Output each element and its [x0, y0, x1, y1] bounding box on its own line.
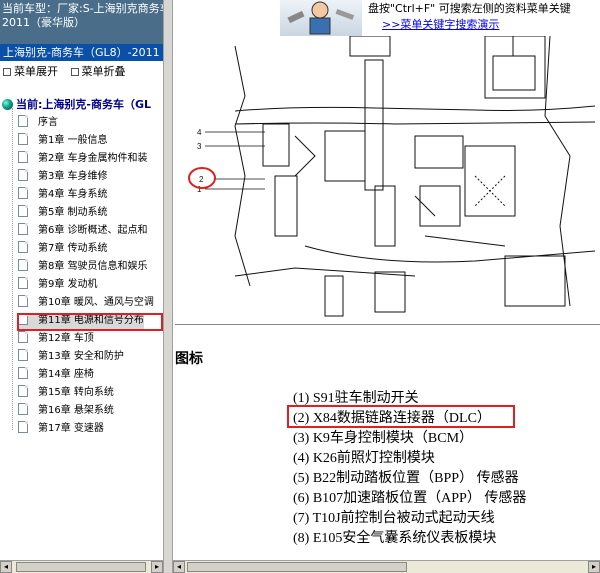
- tree-item-label: 第8章 驾驶员信息和娱乐: [38, 261, 148, 272]
- menu-expand-label: 菜单展开: [14, 65, 58, 78]
- document-icon: [18, 133, 28, 145]
- tree-item[interactable]: 第5章 制动系统: [18, 205, 108, 221]
- document-icon: [18, 259, 28, 271]
- document-icon: [18, 223, 28, 235]
- tree-item-label: 第17章 变速器: [38, 423, 104, 434]
- tree-item[interactable]: 序言: [18, 115, 58, 131]
- left-horizontal-scrollbar[interactable]: ◂ ▸: [0, 560, 163, 573]
- tree-item-label: 第2章 车身金属构件和装: [38, 153, 148, 164]
- tree-item[interactable]: 第4章 车身系统: [18, 187, 108, 203]
- search-hint-banner: 盘按"Ctrl+F" 可搜索左侧的资料菜单关键 >>菜单关键字搜索演示: [280, 0, 600, 36]
- scroll-right-button[interactable]: ▸: [151, 561, 163, 573]
- tree-item[interactable]: 第12章 车顶: [18, 331, 94, 347]
- banner-image: [280, 0, 362, 36]
- scroll-left-button[interactable]: ◂: [173, 561, 185, 573]
- right-panel: 盘按"Ctrl+F" 可搜索左侧的资料菜单关键 >>菜单关键字搜索演示 4 3 …: [173, 0, 600, 573]
- menu-expand-button[interactable]: 菜单展开: [0, 65, 58, 78]
- collapse-icon: [70, 68, 79, 76]
- document-icon: [18, 295, 28, 307]
- expand-icon: [3, 68, 11, 76]
- tree-item-label: 第4章 车身系统: [38, 189, 108, 200]
- part-item: (4) K26前照灯控制模块: [293, 451, 435, 466]
- document-icon: [18, 385, 28, 397]
- tree-item[interactable]: 第1章 一般信息: [18, 133, 108, 149]
- menu-collapse-button[interactable]: 菜单折叠: [68, 65, 126, 78]
- tree-item[interactable]: 第16章 悬架系统: [18, 403, 114, 419]
- tree-item[interactable]: 第10章 暖风、通风与空调: [18, 295, 154, 311]
- tree-item[interactable]: 第6章 诊断概述、起点和: [18, 223, 148, 239]
- part-highlight-box: [287, 405, 515, 428]
- tree-item-label: 第1章 一般信息: [38, 135, 108, 146]
- tree-item-label: 第6章 诊断概述、起点和: [38, 225, 148, 236]
- document-icon: [18, 115, 28, 127]
- scroll-left-button[interactable]: ◂: [0, 561, 12, 573]
- tree-item[interactable]: 第9章 发动机: [18, 277, 98, 293]
- model-bar[interactable]: 上海别克-商务车（GL8）-2011: [0, 44, 163, 61]
- tree-item-label: 第9章 发动机: [38, 279, 98, 290]
- selected-item-highlight: [17, 313, 163, 331]
- tree-item-label: 第5章 制动系统: [38, 207, 108, 218]
- menu-collapse-label: 菜单折叠: [81, 65, 126, 78]
- document-icon: [18, 331, 28, 343]
- tree-root-label: 当前:上海别克-商务车（GL: [16, 98, 152, 111]
- tree-item[interactable]: 第2章 车身金属构件和装: [18, 151, 148, 167]
- tree-item-label: 第3章 车身维修: [38, 171, 108, 182]
- document-icon: [18, 349, 28, 361]
- panel-splitter[interactable]: [163, 0, 173, 573]
- scroll-thumb[interactable]: [16, 562, 146, 572]
- document-icon: [18, 367, 28, 379]
- search-hint-text: 盘按"Ctrl+F" 可搜索左侧的资料菜单关键: [368, 2, 571, 15]
- tree-item-label: 第12章 车顶: [38, 333, 94, 344]
- tree-item-label: 序言: [38, 117, 58, 128]
- tree-item-label: 第15章 转向系统: [38, 387, 114, 398]
- tree-item-label: 第10章 暖风、通风与空调: [38, 297, 154, 308]
- document-icon: [18, 205, 28, 217]
- part-item: (6) B107加速踏板位置（APP） 传感器: [293, 491, 527, 506]
- car-model-title-line2: 2011（豪华版）: [2, 16, 85, 29]
- right-horizontal-scrollbar[interactable]: ◂ ▸: [173, 560, 600, 573]
- tree-item-label: 第14章 座椅: [38, 369, 94, 380]
- search-demo-link[interactable]: >>菜单关键字搜索演示: [382, 16, 499, 32]
- component-location-diagram: 4 3 2 1: [175, 36, 600, 325]
- car-model-title: 当前车型：厂家:S-上海别克商务车（GL8） 2011（豪华版）: [0, 0, 163, 44]
- document-icon: [18, 403, 28, 415]
- document-icon: [18, 169, 28, 181]
- car-model-title-line1: 当前车型：厂家:S-上海别克商务车（GL8）: [2, 2, 163, 15]
- menu-toolbar: 菜单展开 菜单折叠: [0, 62, 163, 82]
- tree-item[interactable]: 第13章 安全和防护: [18, 349, 124, 365]
- scroll-thumb[interactable]: [187, 562, 407, 572]
- left-panel: 当前车型：厂家:S-上海别克商务车（GL8） 2011（豪华版） 上海别克-商务…: [0, 0, 163, 573]
- tree-item-label: 第13章 安全和防护: [38, 351, 124, 362]
- part-item: (7) T10J前控制台被动式起动天线: [293, 511, 495, 526]
- part-item: (5) B22制动踏板位置（BPP） 传感器: [293, 471, 519, 486]
- tree-item[interactable]: 第8章 驾驶员信息和娱乐: [18, 259, 148, 275]
- part-item: (3) K9车身控制模块（BCM）: [293, 431, 474, 446]
- document-icon: [18, 421, 28, 433]
- tree-item[interactable]: 第7章 传动系统: [18, 241, 108, 257]
- tree-item[interactable]: 第15章 转向系统: [18, 385, 114, 401]
- document-icon: [18, 241, 28, 253]
- callout-4: 4: [197, 128, 202, 137]
- scroll-right-button[interactable]: ▸: [588, 561, 600, 573]
- callout-2: 2: [199, 175, 204, 184]
- callout-1: 1: [197, 185, 202, 194]
- tree-root[interactable]: 当前:上海别克-商务车（GL: [2, 96, 151, 112]
- tree-item-label: 第16章 悬架系统: [38, 405, 114, 416]
- document-icon: [18, 151, 28, 163]
- part-item: (8) E105安全气囊系统仪表板模块: [293, 531, 497, 546]
- tree-item-label: 第7章 传动系统: [38, 243, 108, 254]
- tree-item[interactable]: 第17章 变速器: [18, 421, 104, 437]
- tree-item[interactable]: 第3章 车身维修: [18, 169, 108, 185]
- callout-3: 3: [197, 142, 202, 151]
- mechanic-cartoon-icon: [287, 1, 355, 35]
- tree-guide-line: [12, 108, 13, 430]
- section-title: 图标: [175, 352, 203, 367]
- tree-item[interactable]: 第14章 座椅: [18, 367, 94, 383]
- document-icon: [18, 277, 28, 289]
- document-icon: [18, 187, 28, 199]
